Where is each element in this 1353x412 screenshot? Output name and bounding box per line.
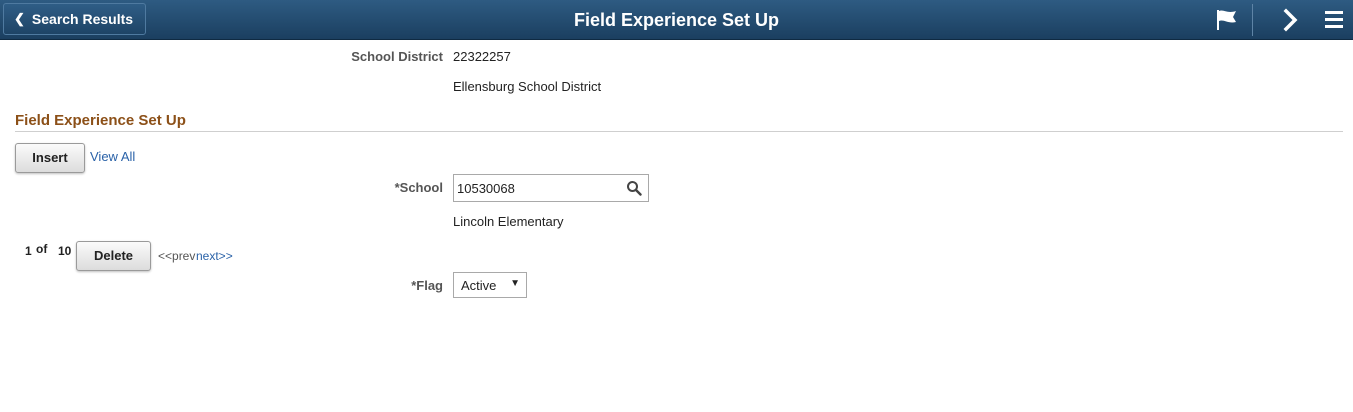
search-results-button[interactable]: ❮ Search Results (3, 3, 147, 35)
school-district-value: 22322257 (453, 49, 511, 64)
next-chevron-icon[interactable] (1277, 6, 1305, 34)
school-label: *School (394, 180, 443, 195)
delete-button[interactable]: Delete (76, 241, 151, 271)
school-input[interactable] (457, 176, 617, 200)
prev-link[interactable]: <<prev (158, 249, 195, 263)
page-header: ❮ Search Results Field Experience Set Up (0, 0, 1353, 40)
row-counter-total: 10 (58, 244, 72, 258)
page-title: Field Experience Set Up (573, 10, 780, 30)
search-icon[interactable] (626, 180, 642, 196)
next-link[interactable]: next>> (196, 249, 233, 263)
back-chevron-icon: ❮ (14, 11, 25, 26)
row-counter-of: of (36, 242, 48, 256)
menu-icon[interactable] (1320, 6, 1348, 34)
flag-label: *Flag (411, 278, 443, 293)
school-field[interactable] (453, 174, 649, 202)
view-all-link[interactable]: View All (90, 149, 135, 164)
row-counter-current: 1 (25, 244, 32, 258)
flag-icon[interactable] (1212, 6, 1240, 34)
section-divider (15, 131, 1343, 132)
school-district-label: School District (351, 49, 443, 64)
school-district-name: Ellensburg School District (453, 79, 602, 94)
flag-selected-value: Active (461, 278, 497, 293)
header-divider (1252, 4, 1253, 36)
insert-button[interactable]: Insert (15, 143, 85, 173)
dropdown-arrow-icon: ▼ (510, 278, 520, 289)
school-name: Lincoln Elementary (453, 214, 564, 229)
flag-select[interactable]: Active ▼ (453, 272, 527, 298)
section-title: Field Experience Set Up (15, 112, 186, 129)
back-button-label: Search Results (31, 11, 134, 27)
